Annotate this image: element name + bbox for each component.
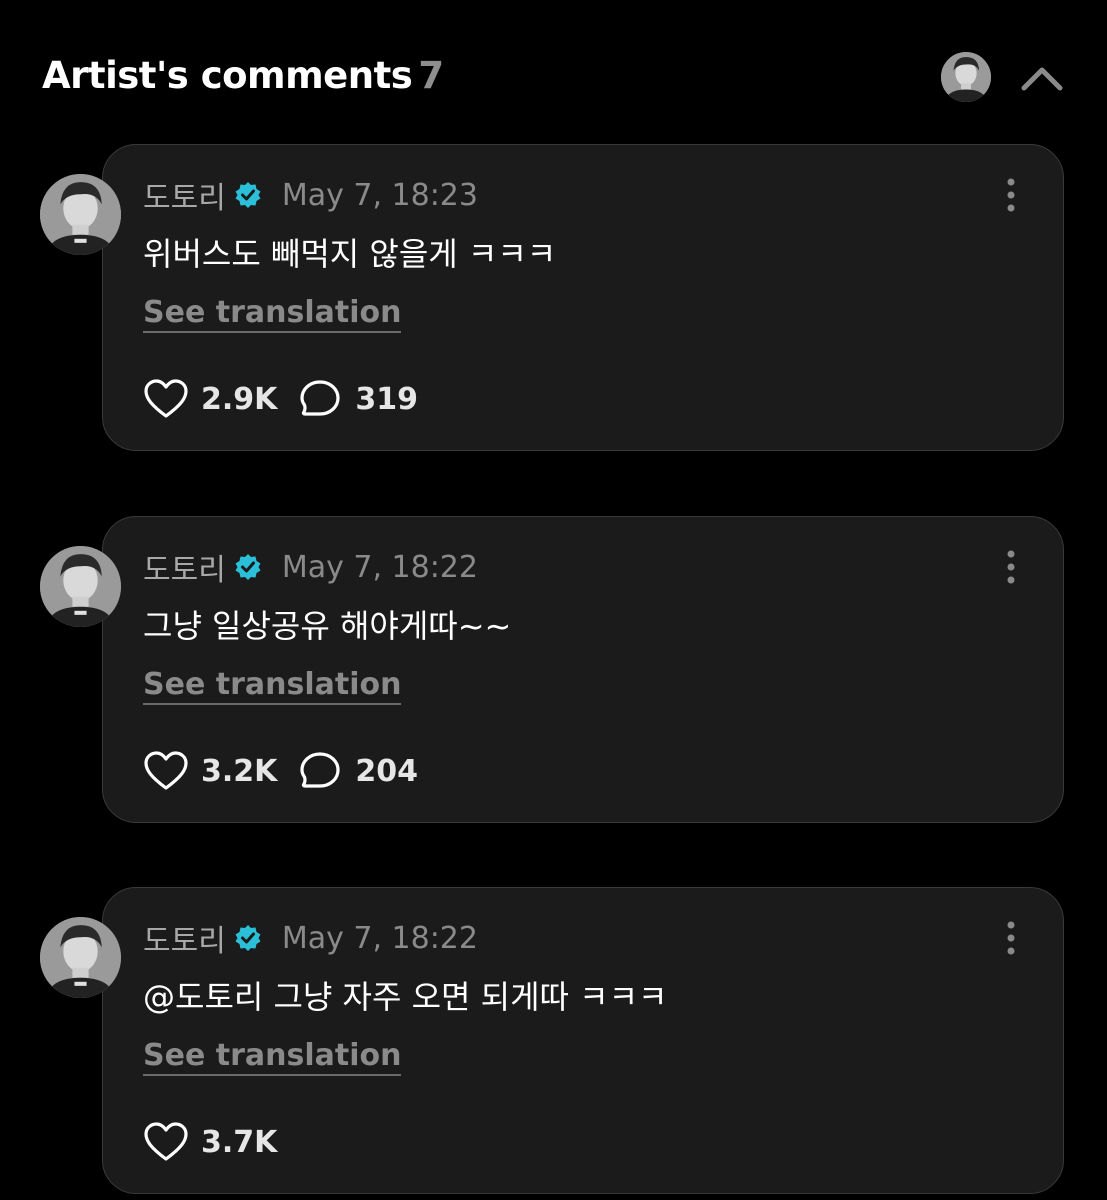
comment-card: 도토리 May 7, 18:22 @도토리 그냥 자주 오면 되게따 ㅋㅋㅋ S… [102, 887, 1064, 1194]
more-vertical-icon [1007, 921, 1015, 955]
collapse-button[interactable] [1018, 58, 1066, 98]
comment-author[interactable]: 도토리 [143, 173, 226, 217]
comment-timestamp: May 7, 18:22 [281, 920, 478, 956]
see-translation-link[interactable]: See translation [143, 1038, 402, 1076]
more-options-button[interactable] [1003, 920, 1019, 956]
like-count: 3.7K [201, 1124, 278, 1160]
comment-bubble-icon [300, 380, 341, 416]
avatar[interactable] [40, 546, 121, 627]
like-button[interactable]: 3.7K [143, 1121, 277, 1163]
comment-count: 7 [418, 54, 444, 97]
comment-actions: 3.7K [143, 1120, 299, 1164]
avatar-image [40, 917, 121, 998]
comment-text: @도토리 그냥 자주 오면 되게따 ㅋㅋㅋ [143, 978, 668, 1016]
verified-badge-icon [235, 554, 261, 580]
comment-actions: 3.2K 204 [143, 749, 440, 793]
like-count: 2.9K [201, 381, 278, 417]
heart-icon [144, 1122, 188, 1161]
like-count: 3.2K [201, 753, 278, 789]
verified-badge-icon [235, 182, 261, 208]
page-title: Artist's comments 7 [42, 54, 444, 97]
comment-meta: 도토리 May 7, 18:22 [143, 545, 478, 589]
heart-icon [144, 751, 188, 790]
comment-text: 그냥 일상공유 해야게따~~ [143, 607, 512, 645]
comment-card: 도토리 May 7, 18:22 그냥 일상공유 해야게따~~ See tran… [102, 516, 1064, 823]
heart-icon [144, 379, 188, 418]
more-options-button[interactable] [1003, 177, 1019, 213]
reply-count: 319 [355, 381, 419, 417]
verified-badge-icon [235, 925, 261, 951]
avatar[interactable] [941, 52, 991, 102]
see-translation-link[interactable]: See translation [143, 667, 402, 705]
comment-meta: 도토리 May 7, 18:23 [143, 173, 478, 217]
header-title-text: Artist's comments [42, 54, 413, 97]
reply-count: 204 [355, 753, 419, 789]
more-vertical-icon [1007, 550, 1015, 584]
comment-timestamp: May 7, 18:22 [281, 549, 478, 585]
like-button[interactable]: 3.2K [143, 750, 277, 792]
chevron-up-icon [1021, 67, 1063, 91]
reply-button[interactable]: 319 [299, 378, 418, 420]
comments-header: Artist's comments 7 [0, 0, 1107, 140]
comment-author[interactable]: 도토리 [143, 545, 226, 589]
avatar-image [40, 546, 121, 627]
reply-button[interactable]: 204 [299, 750, 418, 792]
comment-card: 도토리 May 7, 18:23 위버스도 빼먹지 않을게 ㅋㅋㅋ See tr… [102, 144, 1064, 451]
comment-author[interactable]: 도토리 [143, 916, 226, 960]
comment-meta: 도토리 May 7, 18:22 [143, 916, 478, 960]
avatar[interactable] [40, 174, 121, 255]
avatar-image [40, 174, 121, 255]
avatar-image [941, 52, 991, 102]
more-vertical-icon [1007, 178, 1015, 212]
comment-bubble-icon [300, 752, 341, 788]
see-translation-link[interactable]: See translation [143, 295, 402, 333]
comment-text: 위버스도 빼먹지 않을게 ㅋㅋㅋ [143, 235, 557, 273]
more-options-button[interactable] [1003, 549, 1019, 585]
comment-timestamp: May 7, 18:23 [281, 177, 478, 213]
like-button[interactable]: 2.9K [143, 378, 277, 420]
comment-actions: 2.9K 319 [143, 377, 440, 421]
avatar[interactable] [40, 917, 121, 998]
